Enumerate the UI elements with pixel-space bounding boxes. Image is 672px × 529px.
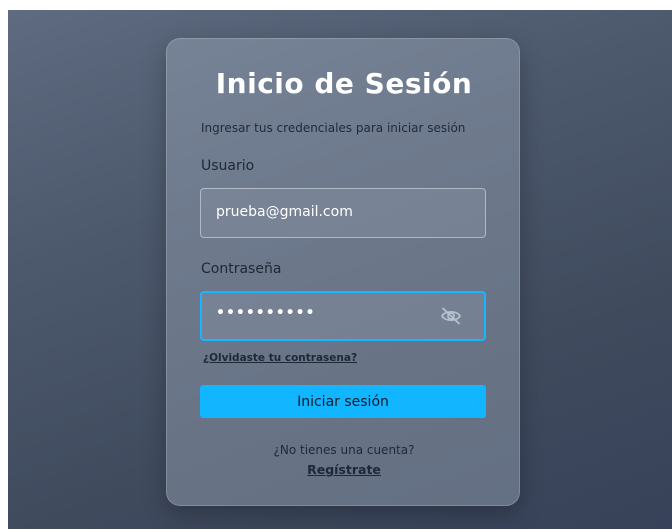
- login-button[interactable]: Iniciar sesión: [200, 385, 486, 418]
- login-subtitle: Ingresar tus credenciales para iniciar s…: [201, 121, 466, 135]
- page-background: Inicio de Sesión Ingresar tus credencial…: [8, 10, 672, 529]
- password-label: Contraseña: [201, 261, 282, 277]
- password-field[interactable]: ••••••••••: [200, 291, 486, 341]
- password-masked-value: ••••••••••: [216, 305, 316, 321]
- username-value: prueba@gmail.com: [216, 204, 353, 220]
- login-card: Inicio de Sesión Ingresar tus credencial…: [166, 38, 520, 506]
- eye-slash-icon[interactable]: [440, 307, 462, 325]
- forgot-password-link[interactable]: ¿Olvidaste tu contrasena?: [203, 352, 357, 364]
- register-link[interactable]: Regístrate: [167, 462, 521, 477]
- no-account-text: ¿No tienes una cuenta?: [273, 443, 415, 457]
- username-field[interactable]: prueba@gmail.com: [200, 188, 486, 238]
- login-title: Inicio de Sesión: [215, 67, 473, 100]
- username-label: Usuario: [201, 158, 255, 174]
